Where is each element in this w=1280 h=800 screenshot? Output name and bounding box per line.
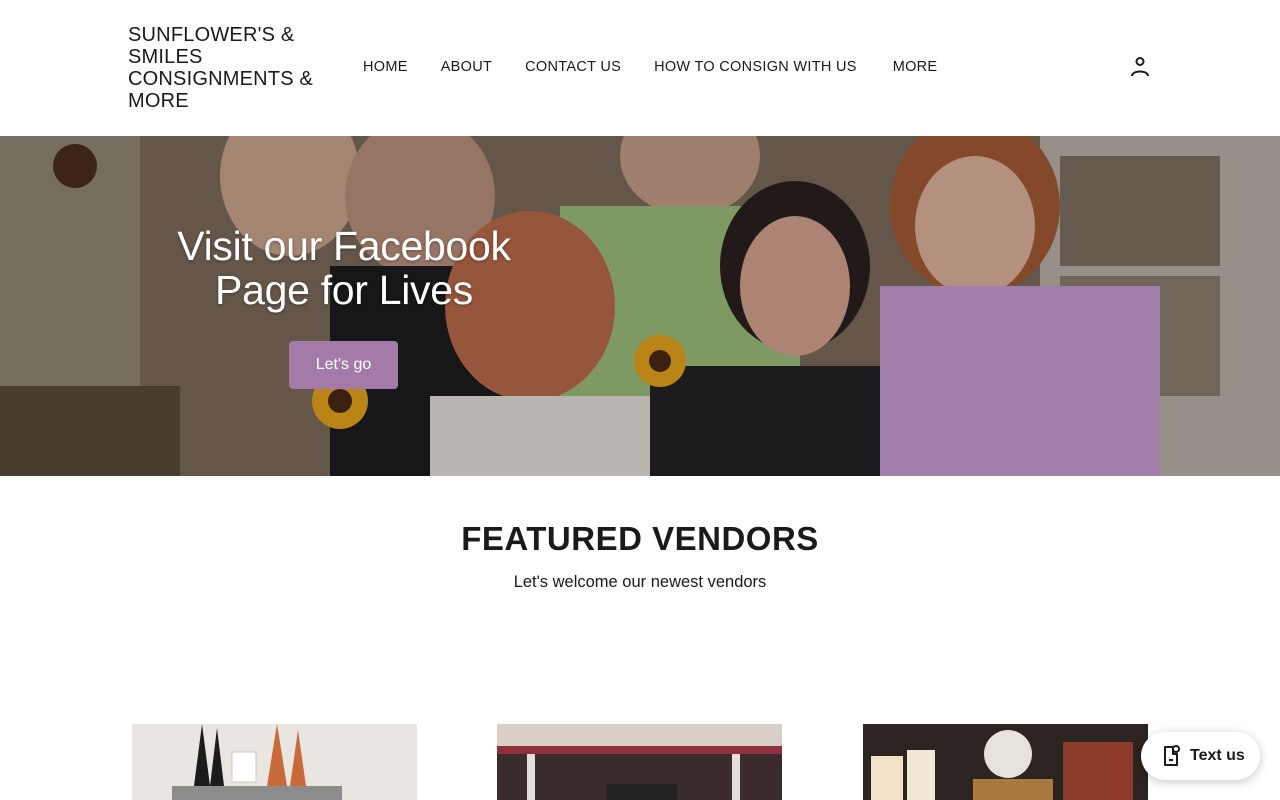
text-us-widget[interactable]: Text us	[1141, 732, 1260, 780]
site-brand[interactable]: SUNFLOWER'S & SMILES CONSIGNMENTS & MORE	[128, 24, 328, 112]
vendor-card[interactable]	[132, 724, 417, 800]
text-us-label: Text us	[1190, 747, 1245, 764]
nav-how-to-consign[interactable]: HOW TO CONSIGN WITH US	[654, 59, 857, 75]
account-icon[interactable]	[1128, 55, 1152, 79]
featured-vendors-title: FEATURED VENDORS	[461, 520, 819, 557]
brand-line: MORE	[128, 90, 189, 112]
nav-more[interactable]: MORE	[893, 59, 938, 75]
brand-line: CONSIGNMENTS &	[128, 68, 314, 90]
main-nav: HOME ABOUT CONTACT US HOW TO CONSIGN WIT…	[363, 58, 937, 76]
brand-line: SUNFLOWER'S &	[128, 24, 295, 46]
hero-title-line: Page for Lives	[215, 267, 473, 313]
nav-contact-us[interactable]: CONTACT US	[525, 59, 621, 75]
site-header: SUNFLOWER'S & SMILES CONSIGNMENTS & MORE…	[0, 0, 1280, 136]
hero-title: Visit our Facebook Page for Lives	[144, 224, 544, 312]
vendor-card[interactable]	[497, 724, 782, 800]
nav-home[interactable]: HOME	[363, 59, 408, 75]
lets-go-button[interactable]: Let's go	[289, 341, 398, 389]
vendor-photo	[863, 724, 1148, 800]
vendor-photo	[497, 724, 782, 800]
vendor-card[interactable]	[863, 724, 1148, 800]
hero-title-line: Visit our Facebook	[177, 223, 511, 269]
chat-phone-icon	[1164, 745, 1180, 766]
nav-about[interactable]: ABOUT	[441, 59, 492, 75]
brand-line: SMILES	[128, 46, 203, 68]
featured-vendors-subtitle: Let's welcome our newest vendors	[513, 573, 767, 591]
vendor-photo	[132, 724, 417, 800]
hero-banner: Visit our Facebook Page for Lives Let's …	[0, 136, 1280, 476]
